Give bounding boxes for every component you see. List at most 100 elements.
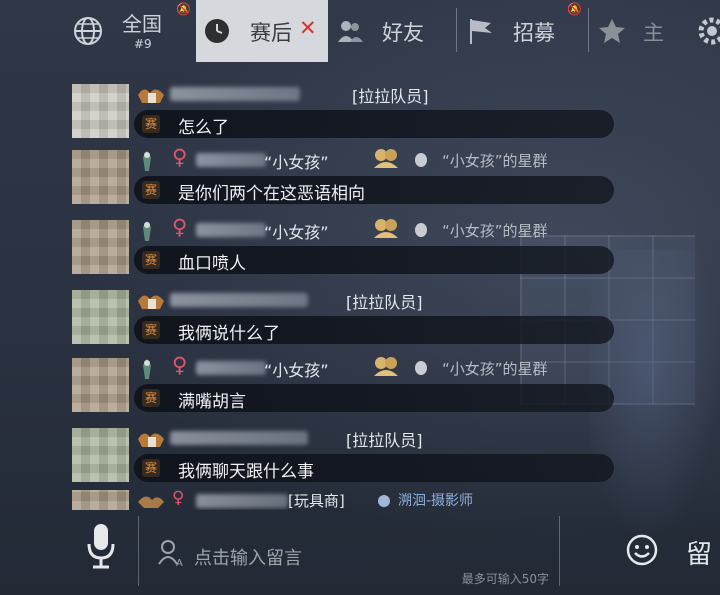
- tab-after-label: 赛后: [250, 21, 292, 45]
- input-placeholder: 点击输入留言: [194, 548, 302, 569]
- message-bubble: 赛 我俩聊天跟什么事: [134, 454, 614, 482]
- message-bubble: 赛 怎么了: [134, 110, 614, 138]
- mute-icon: 🔕: [176, 2, 191, 16]
- message-text: 我俩聊天跟什么事: [178, 462, 314, 482]
- tab-friends-label: 好友: [382, 21, 424, 45]
- cheerleader-role-icon: [138, 295, 164, 309]
- character-role-icon: [143, 151, 151, 171]
- tab-all[interactable]: 全国 #9 🔕: [0, 0, 191, 62]
- avatar[interactable]: [72, 150, 129, 204]
- clock-icon: [205, 19, 229, 43]
- avatar[interactable]: [72, 358, 129, 412]
- player-title: “小女孩”: [264, 223, 329, 242]
- message-bubble: 赛 我俩说什么了: [134, 316, 614, 344]
- tab-extra-label: 主: [643, 21, 664, 45]
- character-role-icon: [143, 359, 151, 379]
- avatar[interactable]: [72, 84, 129, 138]
- message-header: ♀ “小女孩” “小女孩”的星群: [136, 353, 696, 382]
- avatar[interactable]: [72, 290, 129, 344]
- player-title: [玩具商]: [288, 492, 345, 510]
- tab-after-match[interactable]: 赛后 ✕: [196, 0, 328, 62]
- message-text: 是你们两个在这恶语相向: [178, 184, 365, 204]
- message-header: [拉拉队员]: [136, 80, 696, 108]
- globe-icon: [74, 17, 102, 45]
- character-role-icon: [143, 221, 151, 241]
- message-input-bar: A 点击输入留言 最多可输入50字 留: [0, 510, 720, 595]
- avatar[interactable]: [72, 490, 129, 510]
- message-bubble: 赛 是你们两个在这恶语相向: [134, 176, 614, 204]
- tab-extra[interactable]: 主: [589, 0, 720, 62]
- female-gender-icon: ♀: [172, 215, 188, 239]
- tab-all-count: #9: [134, 37, 152, 51]
- group-name: 溯洄-摄影师: [398, 493, 474, 509]
- player-title: [拉拉队员]: [346, 431, 423, 450]
- group-name: “小女孩”的星群: [442, 152, 548, 170]
- chat-message[interactable]: [拉拉队员] 赛 我俩聊天跟什么事: [72, 424, 712, 488]
- star-group-icon: [374, 149, 398, 168]
- chat-message[interactable]: ♀ “小女孩” “小女孩”的星群 赛 血口喷人: [72, 215, 712, 280]
- voice-to-text-icon[interactable]: A: [157, 538, 187, 568]
- blurred-username: [170, 431, 308, 445]
- send-message-button[interactable]: 留: [686, 534, 712, 571]
- cheerleader-role-icon: [138, 89, 164, 103]
- message-bubble: 赛 满嘴胡言: [134, 384, 614, 412]
- avatar[interactable]: [72, 428, 129, 482]
- chat-message[interactable]: ♀ “小女孩” “小女孩”的星群 赛 是你们两个在这恶语相向: [72, 145, 712, 210]
- message-bubble: 赛 血口喷人: [134, 246, 614, 274]
- badge-icon: [415, 223, 427, 237]
- group-name: “小女孩”的星群: [442, 360, 548, 378]
- channel-tabbar: 全国 #9 🔕 赛后 ✕ 好友 招募 🔕 主: [0, 0, 720, 62]
- message-text: 血口喷人: [178, 254, 246, 274]
- match-tag: 赛: [142, 181, 160, 199]
- message-text: 满嘴胡言: [178, 392, 246, 412]
- tab-all-label: 全国: [122, 12, 162, 36]
- friends-icon: [338, 21, 363, 42]
- blurred-username: [170, 293, 308, 307]
- message-header: [拉拉队员]: [136, 424, 696, 452]
- group-name: “小女孩”的星群: [442, 222, 548, 240]
- avatar[interactable]: [72, 220, 129, 274]
- chat-message[interactable]: [拉拉队员] 赛 怎么了: [72, 80, 712, 144]
- character-limit-hint: 最多可输入50字: [461, 572, 549, 586]
- match-tag: 赛: [142, 389, 160, 407]
- chat-message[interactable]: ♀ “小女孩” “小女孩”的星群 赛 满嘴胡言: [72, 353, 712, 418]
- match-tag: 赛: [142, 459, 160, 477]
- blurred-username: [196, 361, 266, 375]
- match-tag: 赛: [142, 321, 160, 339]
- female-gender-icon: ♀: [172, 353, 188, 377]
- message-header: ♀ [玩具商] 溯洄-摄影师: [136, 490, 696, 510]
- microphone-icon[interactable]: [86, 522, 116, 572]
- message-header: ♀ “小女孩” “小女孩”的星群: [136, 215, 696, 244]
- message-header: ♀ “小女孩” “小女孩”的星群: [136, 145, 696, 174]
- blurred-username: [196, 494, 288, 508]
- badge-icon: [415, 361, 427, 375]
- star-group-icon: [374, 219, 398, 238]
- message-text: 怎么了: [178, 118, 229, 138]
- toy-merchant-role-icon: [138, 496, 164, 508]
- tab-recruit[interactable]: 招募 🔕: [457, 0, 587, 62]
- svg-text:A: A: [176, 558, 183, 568]
- player-title: [拉拉队员]: [346, 293, 423, 312]
- tab-friends[interactable]: 好友: [328, 0, 456, 62]
- chat-message[interactable]: [拉拉队员] 赛 我俩说什么了: [72, 286, 712, 350]
- player-title: “小女孩”: [264, 153, 329, 172]
- badge-icon: [415, 153, 427, 167]
- message-input[interactable]: A 点击输入留言 最多可输入50字: [138, 516, 560, 586]
- mute-icon: 🔕: [567, 2, 582, 16]
- chat-message[interactable]: ♀ [玩具商] 溯洄-摄影师: [72, 490, 712, 510]
- flag-icon: [470, 19, 492, 44]
- message-text: 我俩说什么了: [178, 324, 280, 344]
- match-tag: 赛: [142, 115, 160, 133]
- player-title: “小女孩”: [264, 361, 329, 380]
- blurred-username: [196, 223, 266, 237]
- emoji-icon[interactable]: [626, 534, 658, 566]
- cheerleader-role-icon: [138, 433, 164, 447]
- player-title: [拉拉队员]: [352, 87, 429, 106]
- badge-icon: [378, 495, 390, 507]
- female-gender-icon: ♀: [172, 490, 185, 508]
- gear-icon[interactable]: [695, 14, 720, 48]
- match-tag: 赛: [142, 251, 160, 269]
- close-tab-icon[interactable]: ✕: [299, 16, 317, 40]
- tab-recruit-label: 招募: [513, 21, 555, 45]
- star-group-icon: [374, 357, 398, 376]
